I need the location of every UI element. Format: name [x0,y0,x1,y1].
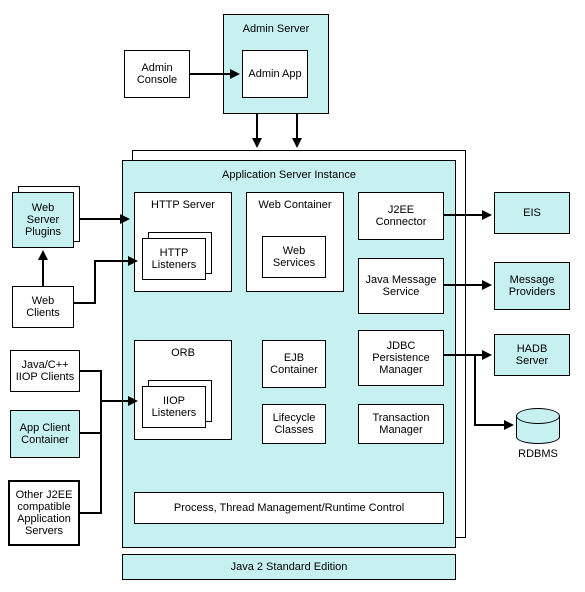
http-server-label: HTTP Server [151,199,215,211]
web-server-plugins-box: Web Server Plugins [12,192,74,248]
eis-label: EIS [523,207,541,219]
jdbc-label: JDBC Persistence Manager [363,340,439,376]
ejb-container-label: EJB Container [267,352,321,376]
process-thread-label: Process, Thread Management/Runtime Contr… [174,502,404,514]
hadb-box: HADB Server [494,334,570,376]
hadb-label: HADB Server [499,343,565,367]
web-container-label: Web Container [258,199,331,211]
other-j2ee-label: Other J2EE compatible Application Server… [14,489,74,537]
java-cpp-box: Java/C++ IIOP Clients [10,350,80,392]
java-message-label: Java Message Service [363,274,439,298]
web-server-plugins-label: Web Server Plugins [17,202,69,238]
other-j2ee-box: Other J2EE compatible Application Server… [8,480,80,546]
http-listeners-box: HTTP Listeners [142,238,206,280]
web-clients-label: Web Clients [17,295,69,319]
java2-box: Java 2 Standard Edition [122,554,456,580]
iiop-listeners-box: IIOP Listeners [142,386,206,428]
web-clients-box: Web Clients [12,286,74,328]
admin-app-label: Admin App [248,68,301,80]
j2ee-connector-label: J2EE Connector [363,204,439,228]
message-providers-box: Message Providers [494,262,570,310]
java-cpp-label: Java/C++ IIOP Clients [15,359,75,383]
java-message-box: Java Message Service [358,258,444,314]
admin-app-box: Admin App [242,50,308,98]
web-services-box: Web Services [262,236,326,278]
app-client-container-box: App Client Container [10,410,80,458]
transaction-box: Transaction Manager [358,404,444,444]
java2-label: Java 2 Standard Edition [231,561,348,573]
admin-server-label: Admin Server [243,23,310,35]
process-thread-box: Process, Thread Management/Runtime Contr… [134,492,444,524]
ejb-container-box: EJB Container [262,340,326,388]
eis-box: EIS [494,192,570,234]
lifecycle-label: Lifecycle Classes [267,412,321,436]
web-services-label: Web Services [267,245,321,269]
j2ee-connector-box: J2EE Connector [358,192,444,240]
rdbms-label: RDBMS [516,448,560,460]
admin-console-label: Admin Console [129,62,185,86]
app-client-container-label: App Client Container [15,422,75,446]
iiop-listeners-label: IIOP Listeners [147,395,201,419]
message-providers-label: Message Providers [499,274,565,298]
app-server-instance-label: Application Server Instance [222,169,356,181]
transaction-label: Transaction Manager [363,412,439,436]
http-listeners-label: HTTP Listeners [147,247,201,271]
admin-console-box: Admin Console [124,50,190,98]
lifecycle-box: Lifecycle Classes [262,404,326,444]
jdbc-box: JDBC Persistence Manager [358,330,444,386]
rdbms-cylinder-top [516,408,560,424]
orb-label: ORB [171,347,195,359]
